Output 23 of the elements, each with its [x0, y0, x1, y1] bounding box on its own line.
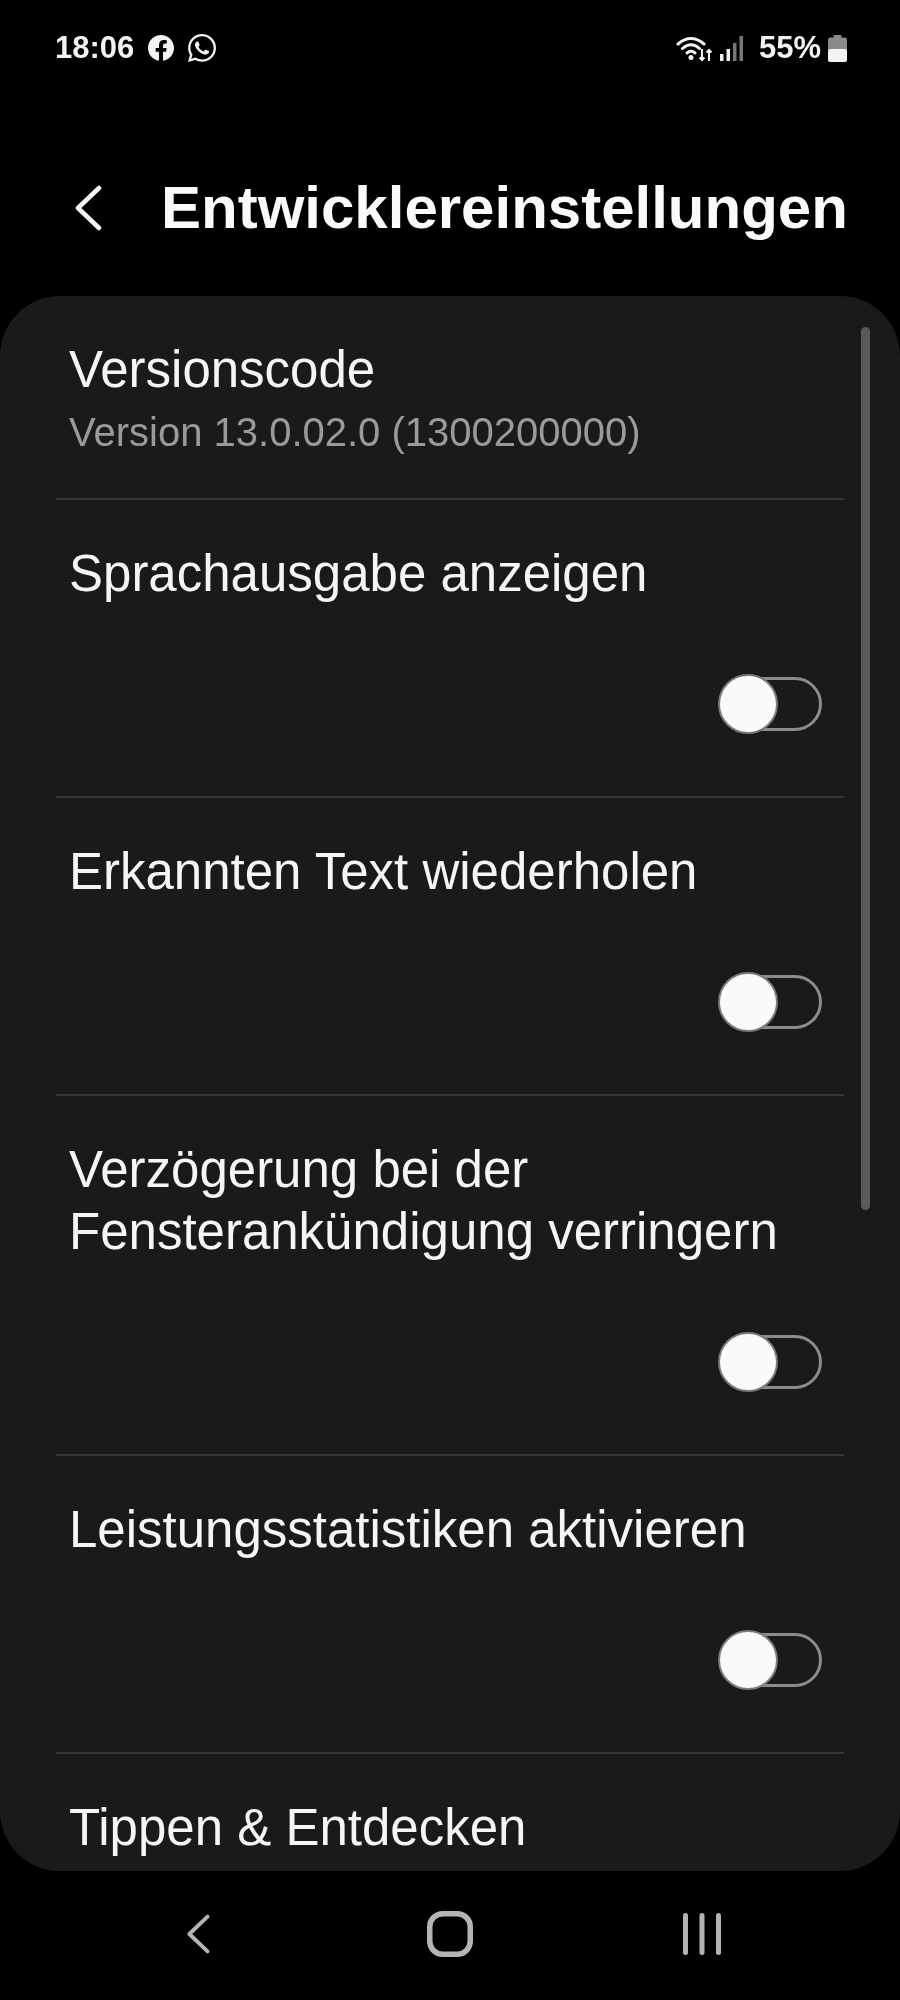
setting-title: Verzögerung bei der Fensterankündigung verringern	[69, 1140, 779, 1262]
setting-title: Sprachausgabe anzeigen	[69, 544, 649, 604]
toggle-switch[interactable]	[718, 1332, 822, 1392]
signal-icon	[719, 35, 743, 61]
whatsapp-icon	[188, 34, 217, 62]
toggle-switch[interactable]	[718, 972, 822, 1032]
setting-title: Leistungsstatistiken aktivieren	[69, 1500, 748, 1560]
toggle-switch[interactable]	[718, 1630, 822, 1690]
battery-percentage: 55%	[758, 30, 821, 66]
setting-title: Erkannten Text wiederholen	[69, 842, 699, 902]
setting-summary: Version 13.0.02.0 (1300200000)	[69, 409, 642, 456]
facebook-icon	[148, 35, 175, 61]
setting-title: Versionscode	[69, 340, 377, 400]
page-title: Entwicklereinstellungen	[161, 173, 848, 243]
back-icon[interactable]	[73, 185, 103, 231]
wifi-icon	[675, 34, 713, 62]
toggle-switch[interactable]	[718, 674, 822, 734]
battery-icon	[828, 34, 847, 62]
home-icon[interactable]	[427, 1910, 473, 1957]
back-icon[interactable]	[185, 1912, 211, 1955]
setting-title: Tippen & Entdecken	[69, 1798, 528, 1858]
recents-icon[interactable]	[682, 1912, 722, 1955]
status-time: 18:06	[55, 30, 135, 66]
